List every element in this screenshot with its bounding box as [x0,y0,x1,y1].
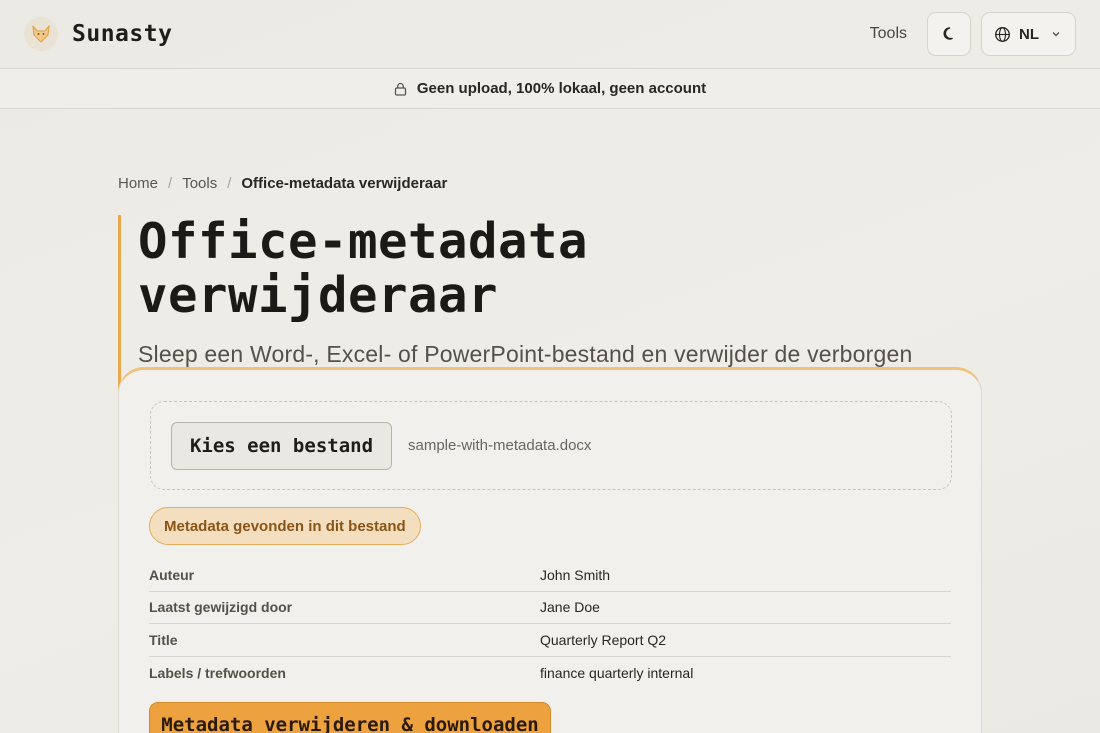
theme-toggle-button[interactable] [927,12,971,56]
language-label: NL [1019,25,1039,43]
remove-and-download-button[interactable]: Metadata verwijderen & downloaden [149,702,551,733]
chevron-down-icon [1052,32,1060,37]
header-actions: Tools NL [870,12,1076,56]
brand-name: Sunasty [72,21,173,47]
privacy-banner: Geen upload, 100% lokaal, geen account [0,68,1100,109]
metadata-table: Auteur John Smith Laatst gewijzigd door … [149,559,951,689]
globe-icon [995,26,1010,42]
tool-card: Kies een bestand sample-with-metadata.do… [118,367,982,733]
choose-file-button[interactable]: Kies een bestand [171,421,392,470]
language-select[interactable]: NL [981,12,1076,56]
metadata-key: Auteur [149,566,195,583]
selected-filename: sample-with-metadata.docx [408,437,592,454]
file-dropzone[interactable]: Kies een bestand sample-with-metadata.do… [150,401,952,490]
table-row: Auteur John Smith [149,559,951,592]
metadata-value: Quarterly Report Q2 [540,631,667,648]
page-title: Office-metadata verwijderaar [138,213,589,324]
breadcrumb-tools[interactable]: Tools [182,175,217,192]
breadcrumb: Home / Tools / Office-metadata verwijder… [118,175,447,192]
status-badge: Metadata gevonden in dit bestand [149,507,421,545]
metadata-value: Jane Doe [540,599,600,616]
table-row: Title Quarterly Report Q2 [149,624,951,657]
moon-icon [943,27,953,40]
table-row: Laatst gewijzigd door Jane Doe [149,592,951,624]
brand[interactable]: Sunasty [24,17,172,51]
breadcrumb-home[interactable]: Home [118,175,158,192]
breadcrumb-current: Office-metadata verwijderaar [241,175,448,192]
banner-text: Geen upload, 100% lokaal, geen account [416,80,707,97]
metadata-value: John Smith [540,566,611,583]
top-bar: Sunasty Tools NL [0,0,1100,68]
metadata-key: Laatst gewijzigd door [149,599,293,616]
breadcrumb-separator: / [227,175,232,192]
fox-logo-icon [24,17,58,51]
metadata-value: finance quarterly internal [540,664,694,681]
table-row: Labels / trefwoorden finance quarterly i… [149,657,951,690]
nav-tools-link[interactable]: Tools [870,25,907,43]
lock-icon [394,82,407,96]
metadata-key: Labels / trefwoorden [149,664,286,681]
breadcrumb-separator: / [168,175,173,192]
metadata-key: Title [149,631,178,648]
